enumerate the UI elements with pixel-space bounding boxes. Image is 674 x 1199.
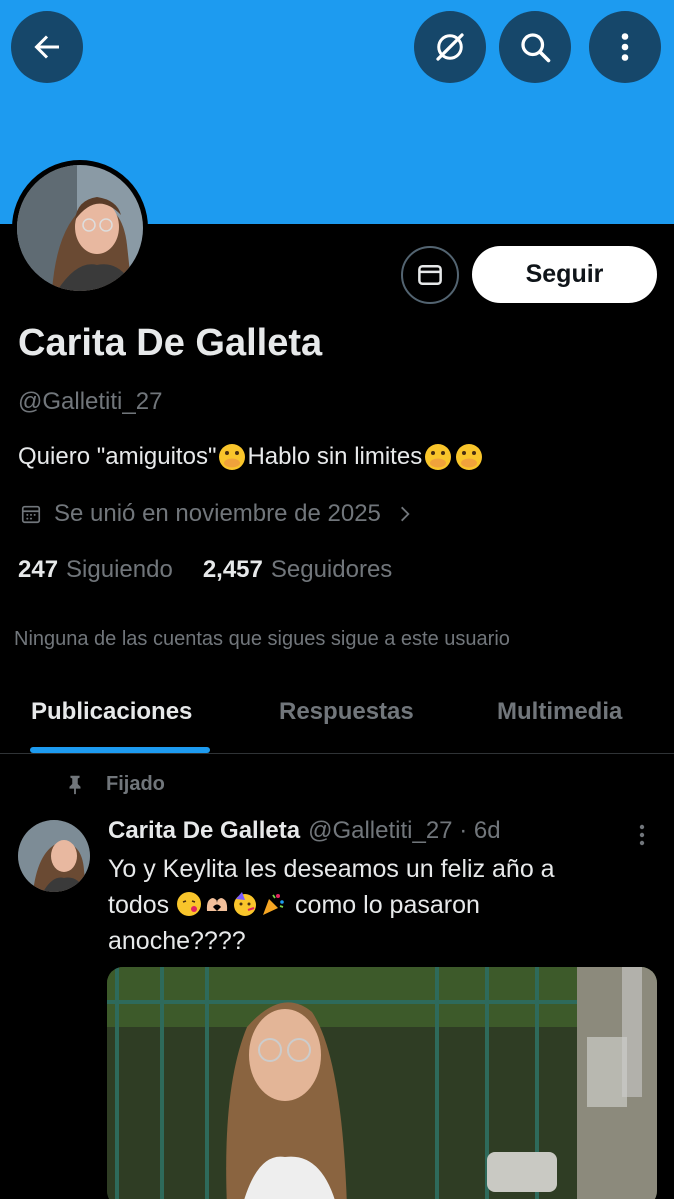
post-line-1: Yo y Keylita les deseamos un feliz año a [108, 855, 555, 883]
post-body: Yo y Keylita les deseamos un feliz año a… [108, 851, 628, 959]
face-with-open-eyes-hand-over-mouth-icon [425, 444, 452, 470]
more-options-button[interactable] [589, 11, 661, 83]
joined-date[interactable]: Se unió en noviembre de 2025 [20, 500, 415, 528]
search-button[interactable] [499, 11, 571, 83]
partying-face-icon [234, 892, 257, 916]
profile-name: Carita De Galleta [18, 322, 323, 364]
post-author-avatar[interactable] [18, 820, 90, 892]
followers-label: Seguidores [270, 556, 393, 583]
bio-text: Quiero "amiguitos" [18, 443, 217, 470]
mutual-followers-note: Ninguna de las cuentas que sigues sigue … [14, 628, 510, 650]
following-label: Siguiendo [66, 556, 173, 583]
pin-icon [69, 775, 81, 795]
tab-replies[interactable]: Respuestas [279, 698, 414, 726]
follow-button[interactable]: Seguir [472, 246, 657, 303]
back-button[interactable] [11, 11, 83, 83]
envelope-icon [418, 265, 442, 285]
post-photo [107, 967, 657, 1199]
profile-bio: Quiero "amiguitos" Hablo sin limites [18, 442, 484, 472]
profile-tabs: Publicaciones Respuestas Multimedia [0, 680, 674, 754]
following-count: 247 [18, 556, 59, 583]
grok-button[interactable] [414, 11, 486, 83]
post-meta: @Galletiti_27 · 6d [308, 817, 501, 844]
face-with-open-eyes-hand-over-mouth-icon [456, 444, 483, 470]
arrow-left-icon [34, 35, 59, 59]
face-with-open-eyes-hand-over-mouth-icon [219, 444, 246, 470]
following-stat[interactable]: 247 Siguiendo [18, 556, 173, 584]
followers-stat[interactable]: 2,457 Seguidores [203, 556, 392, 584]
chevron-right-icon [400, 506, 410, 522]
post-line-2-start: todos [108, 891, 177, 919]
post-header: Carita De Galleta @Galletiti_27 · 6d [108, 817, 501, 845]
grok-icon [436, 33, 464, 61]
pinned-label: Fijado [64, 772, 165, 796]
tab-posts[interactable]: Publicaciones [31, 698, 192, 726]
post-image[interactable] [107, 967, 657, 1199]
post-more-icon[interactable] [630, 820, 654, 850]
avatar-photo [18, 820, 90, 892]
search-icon [521, 33, 551, 63]
calendar-icon [21, 505, 41, 524]
heart-hands-icon [206, 898, 228, 911]
profile-avatar[interactable] [12, 160, 148, 296]
avatar-photo [17, 165, 143, 291]
message-button[interactable] [401, 246, 459, 304]
face-blowing-kiss-icon [177, 892, 202, 916]
active-tab-indicator [30, 747, 210, 753]
pinned-text: Fijado [106, 772, 165, 795]
party-popper-icon [263, 894, 284, 915]
profile-handle: @Galletiti_27 [18, 388, 163, 415]
joined-text: Se unió en noviembre de 2025 [54, 500, 381, 527]
tab-media[interactable]: Multimedia [497, 698, 622, 726]
post-line-3: anoche???? [108, 927, 246, 955]
more-vertical-icon [621, 33, 629, 61]
follow-stats: 247 Siguiendo 2,457 Seguidores [18, 556, 392, 584]
post-line-2: todos como lo pasaron [108, 887, 628, 923]
post-line-2-end: como lo pasaron [288, 891, 480, 919]
post-author-name[interactable]: Carita De Galleta [108, 817, 300, 845]
bio-text-2: Hablo sin limites [247, 443, 423, 470]
followers-count: 2,457 [202, 556, 263, 583]
